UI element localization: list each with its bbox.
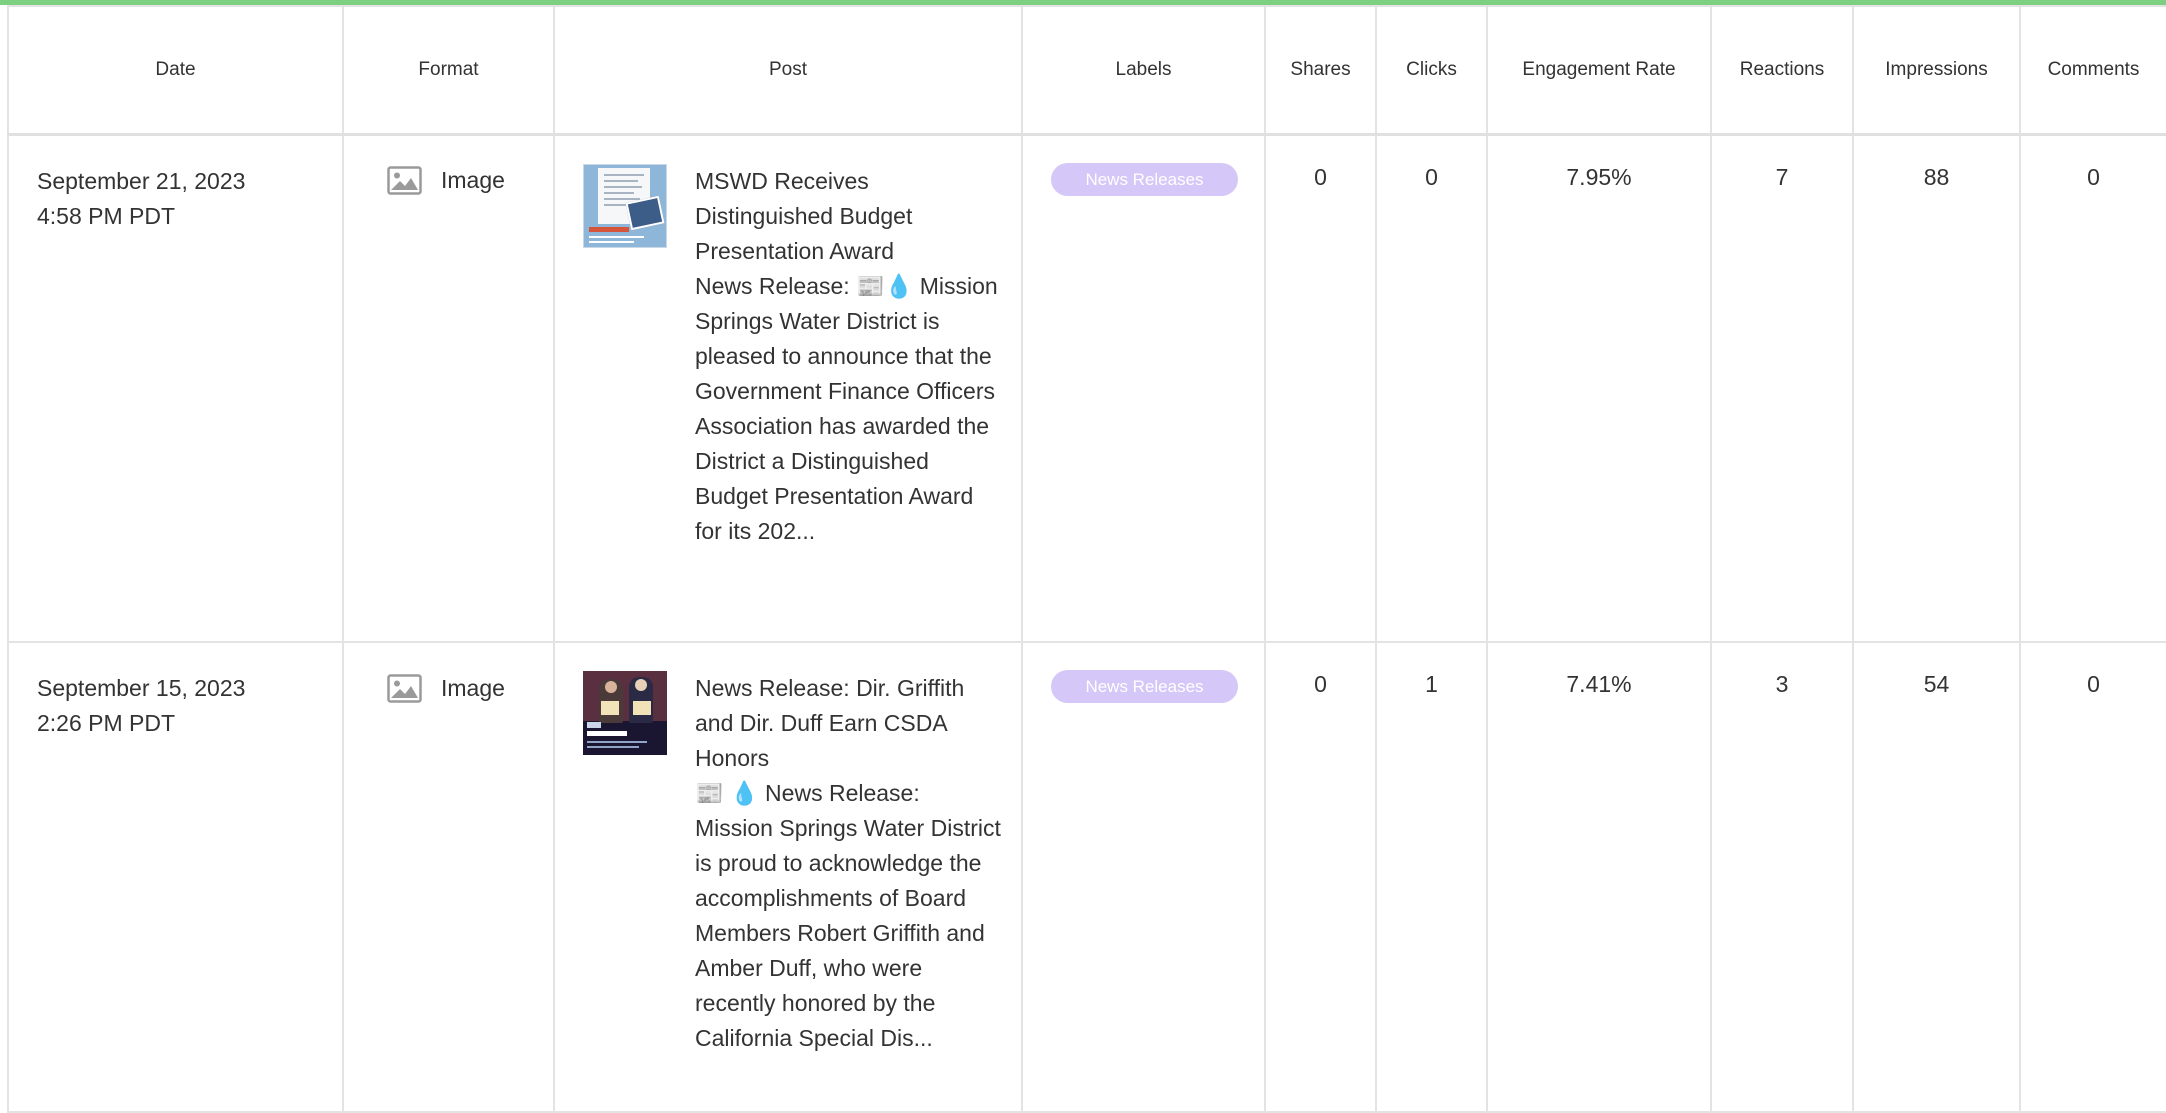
impressions-value: 88 <box>1852 133 2021 643</box>
column-header-comments[interactable]: Comments <box>2019 5 2166 136</box>
shares-value: 0 <box>1264 641 1377 1113</box>
column-header-labels[interactable]: Labels <box>1021 5 1266 136</box>
table-header-row: Date Format Post Labels Shares Clicks En… <box>7 5 2166 136</box>
post-time: 4:58 PM PDT <box>37 202 176 229</box>
post-link[interactable]: News Release: Dir. Griffith and Dir. Duf… <box>695 671 1001 1056</box>
shares-value: 0 <box>1264 133 1377 643</box>
format-label: Image <box>441 674 505 701</box>
post-excerpt: 📰 💧 News Release: Mission Springs Water … <box>695 780 1001 1051</box>
column-header-shares[interactable]: Shares <box>1264 5 1377 136</box>
post-cell: News Release: Dir. Griffith and Dir. Duf… <box>553 641 1023 1113</box>
post-time: 2:26 PM PDT <box>37 710 176 736</box>
column-header-reactions[interactable]: Reactions <box>1710 5 1854 136</box>
engagement-rate-value: 7.41% <box>1486 641 1712 1113</box>
post-excerpt: News Release: 📰💧 Mission Springs Water D… <box>695 272 998 544</box>
table-row: September 15, 2023 2:26 PM PDT Image New… <box>7 641 2166 1113</box>
post-date: September 15, 2023 <box>37 675 246 701</box>
labels-cell: News Releases <box>1021 641 1266 1113</box>
label-badge[interactable]: News Releases <box>1051 670 1238 703</box>
format-cell: Image <box>342 641 555 1113</box>
comments-value: 0 <box>2019 133 2166 643</box>
image-icon <box>387 166 422 195</box>
format-cell: Image <box>342 133 555 643</box>
column-header-engagement-rate[interactable]: Engagement Rate <box>1486 5 1712 136</box>
post-cell: MSWD Receives Distinguished Budget Prese… <box>553 133 1023 643</box>
column-header-date[interactable]: Date <box>7 5 344 136</box>
labels-cell: News Releases <box>1021 133 1266 643</box>
engagement-rate-value: 7.95% <box>1486 133 1712 643</box>
column-header-post[interactable]: Post <box>553 5 1023 136</box>
column-header-impressions[interactable]: Impressions <box>1852 5 2021 136</box>
format-label: Image <box>441 167 505 193</box>
label-badge[interactable]: News Releases <box>1051 162 1238 196</box>
table-row: September 21, 2023 4:58 PM PDT Image MSW… <box>7 133 2166 643</box>
impressions-value: 54 <box>1852 641 2021 1113</box>
post-performance-table: Date Format Post Labels Shares Clicks En… <box>7 5 2166 1113</box>
column-header-clicks[interactable]: Clicks <box>1375 5 1488 136</box>
reactions-value: 7 <box>1710 133 1854 643</box>
post-thumbnail[interactable] <box>583 671 667 755</box>
post-title: News Release: Dir. Griffith and Dir. Duf… <box>695 675 965 771</box>
post-title: MSWD Receives Distinguished Budget Prese… <box>695 167 913 264</box>
comments-value: 0 <box>2019 641 2166 1113</box>
post-link[interactable]: MSWD Receives Distinguished Budget Prese… <box>695 164 1001 549</box>
clicks-value: 1 <box>1375 641 1488 1113</box>
post-date: September 21, 2023 <box>37 167 246 194</box>
clicks-value: 0 <box>1375 133 1488 643</box>
column-header-format[interactable]: Format <box>342 5 555 136</box>
reactions-value: 3 <box>1710 641 1854 1113</box>
date-cell: September 15, 2023 2:26 PM PDT <box>7 641 344 1113</box>
date-cell: September 21, 2023 4:58 PM PDT <box>7 133 344 643</box>
image-icon <box>387 673 422 703</box>
post-thumbnail[interactable] <box>583 163 667 248</box>
